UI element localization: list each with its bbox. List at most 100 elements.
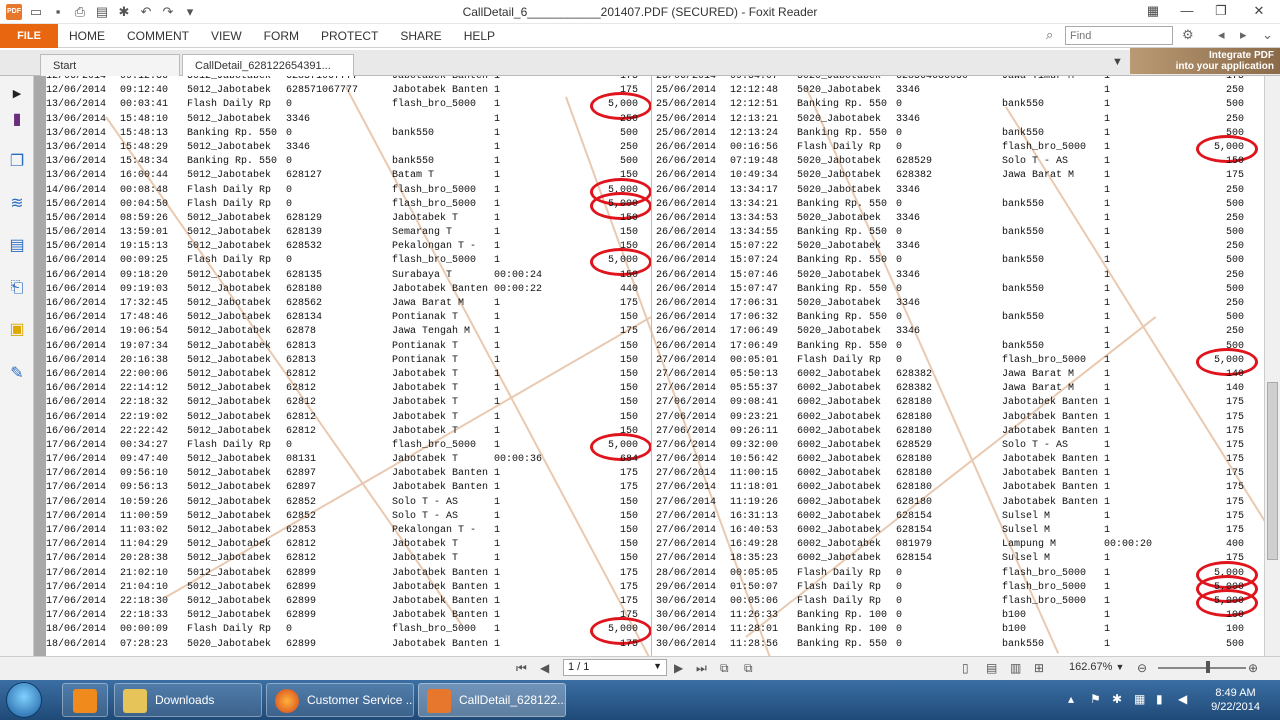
cell-date: 13/06/2014 bbox=[46, 141, 107, 153]
tab-comment[interactable]: COMMENT bbox=[116, 24, 200, 48]
bluetooth-icon[interactable]: ✱ bbox=[1112, 692, 1122, 706]
attachments-icon[interactable]: ⎗ bbox=[7, 278, 27, 298]
cell-number: 62812 bbox=[286, 411, 317, 423]
cell-date: 27/06/2014 bbox=[656, 439, 717, 451]
scan-icon[interactable]: ▤ bbox=[94, 4, 110, 20]
tab-share[interactable]: SHARE bbox=[389, 24, 452, 48]
redo-icon[interactable]: ↷ bbox=[160, 4, 176, 20]
tab-protect[interactable]: PROTECT bbox=[310, 24, 389, 48]
cell-service: 5012_Jabotabek bbox=[187, 269, 272, 281]
cell-number: 62852 bbox=[286, 496, 317, 508]
taskbar-foxit[interactable]: CallDetail_628122... bbox=[418, 683, 566, 717]
cell-date: 16/06/2014 bbox=[46, 354, 107, 366]
layout-icon[interactable]: ▦ bbox=[1136, 0, 1170, 24]
cell-number: 628532 bbox=[286, 241, 323, 253]
cell-service: Banking Rp. 550 bbox=[797, 198, 888, 210]
single-page-icon[interactable]: ▯ bbox=[962, 661, 969, 675]
tab-calldetail[interactable]: CallDetail_628122654391... ✕ bbox=[182, 54, 354, 94]
cell-amount: 250 bbox=[1225, 113, 1244, 125]
previous-page-icon[interactable]: ◀ bbox=[540, 661, 549, 675]
zoom-dropdown-icon[interactable]: ▼ bbox=[1116, 662, 1125, 672]
media-player-pinned[interactable] bbox=[62, 683, 108, 717]
zoom-slider[interactable] bbox=[1158, 667, 1246, 669]
pages-icon[interactable]: ▮ bbox=[7, 110, 27, 130]
continuous-facing-icon[interactable]: ⊞ bbox=[1034, 661, 1044, 675]
first-page-icon[interactable]: ⏮ bbox=[516, 661, 527, 676]
cell-number: 0 bbox=[896, 227, 903, 239]
tab-start[interactable]: Start bbox=[40, 54, 180, 76]
continuous-icon[interactable]: ▤ bbox=[986, 661, 997, 675]
vertical-scrollbar[interactable] bbox=[1264, 76, 1280, 656]
cell-amount: 250 bbox=[1225, 85, 1244, 97]
cell-location: Jabotabek T bbox=[392, 212, 459, 224]
bookmarks-icon[interactable]: ≋ bbox=[7, 194, 27, 214]
print-icon[interactable]: ⎙ bbox=[72, 4, 88, 20]
facing-icon[interactable]: ▥ bbox=[1010, 661, 1021, 675]
cell-amount: 150 bbox=[619, 510, 638, 522]
find-input[interactable] bbox=[1065, 26, 1173, 45]
network-icon[interactable]: ▦ bbox=[1134, 692, 1145, 706]
layers-icon[interactable]: ❐ bbox=[7, 152, 27, 172]
cell-service: 6002_Jabotabek bbox=[797, 368, 882, 380]
cell-time: 09:19:03 bbox=[120, 283, 169, 295]
signal-icon[interactable]: ▮ bbox=[1156, 692, 1163, 706]
system-clock[interactable]: 8:49 AM 9/22/2014 bbox=[1211, 686, 1260, 714]
next-view-icon[interactable]: ⧉ bbox=[744, 661, 753, 676]
expand-panel-icon[interactable]: ▶ bbox=[7, 84, 27, 104]
show-hidden-icons[interactable]: ▴ bbox=[1068, 692, 1074, 706]
cell-qty: 1 bbox=[1104, 326, 1111, 338]
page-number-field[interactable]: 1 / 1 ▼ bbox=[563, 659, 667, 676]
taskbar-downloads[interactable]: Downloads bbox=[114, 683, 262, 717]
close-button[interactable]: ✕ bbox=[1238, 0, 1280, 24]
taskbar-firefox[interactable]: Customer Service ... bbox=[266, 683, 414, 717]
customize-dropdown-icon[interactable]: ▾ bbox=[182, 4, 198, 20]
last-page-icon[interactable]: ⏭ bbox=[696, 661, 707, 676]
save-icon[interactable]: ▪ bbox=[50, 4, 66, 20]
tab-form[interactable]: FORM bbox=[253, 24, 310, 48]
next-result-icon[interactable]: ▸ bbox=[1240, 27, 1247, 43]
security-lock-icon[interactable]: ▣ bbox=[7, 320, 27, 340]
cell-location: Jabotabek T bbox=[392, 383, 459, 395]
previous-result-icon[interactable]: ◂ bbox=[1218, 27, 1225, 43]
previous-view-icon[interactable]: ⧉ bbox=[720, 661, 729, 676]
action-center-flag-icon[interactable]: ⚑ bbox=[1090, 692, 1101, 706]
cell-time: 21:02:10 bbox=[120, 567, 169, 579]
cell-amount: 175 bbox=[1225, 525, 1244, 536]
ribbon-collapse-icon[interactable]: ⌄ bbox=[1262, 27, 1273, 43]
zoom-level[interactable]: 162.67% ▼ bbox=[1069, 661, 1124, 673]
tab-home[interactable]: HOME bbox=[58, 24, 116, 48]
volume-icon[interactable]: ◀ bbox=[1178, 692, 1187, 706]
cell-service: Flash Daily Rp bbox=[797, 141, 882, 153]
document-viewport[interactable]: 12/06/2014 09:12:36 5012_Jabotabek 62857106… bbox=[34, 76, 1264, 656]
tab-view[interactable]: VIEW bbox=[200, 24, 253, 48]
cell-number: 3346 bbox=[896, 326, 921, 338]
zoom-out-icon[interactable]: ⊖ bbox=[1137, 661, 1147, 675]
cell-qty: 1 bbox=[1104, 99, 1111, 111]
next-page-icon[interactable]: ▶ bbox=[674, 661, 683, 675]
cell-time: 13:34:21 bbox=[730, 198, 779, 210]
cell-number: 628180 bbox=[896, 468, 933, 480]
scrollbar-thumb[interactable] bbox=[1267, 382, 1278, 560]
cell-time: 22:00:06 bbox=[120, 368, 169, 380]
file-tab[interactable]: FILE bbox=[0, 23, 58, 48]
minimize-button[interactable]: — bbox=[1170, 0, 1204, 24]
signature-icon[interactable]: ✎ bbox=[7, 364, 27, 384]
cell-number: 3346 bbox=[896, 241, 921, 253]
comments-icon[interactable]: ▤ bbox=[7, 236, 27, 256]
settings-gear-icon[interactable]: ⚙ bbox=[1182, 27, 1194, 43]
record-row: 17/06/2014 20:28:38 5012_Jabotabek 62812 Jab… bbox=[46, 552, 646, 566]
zoom-slider-thumb[interactable] bbox=[1206, 661, 1210, 673]
cell-qty: 1 bbox=[494, 567, 501, 579]
page-dropdown-icon[interactable]: ▼ bbox=[653, 661, 662, 671]
restore-button[interactable]: ❐ bbox=[1204, 0, 1238, 24]
undo-icon[interactable]: ↶ bbox=[138, 4, 154, 20]
open-folder-icon[interactable]: ▭ bbox=[28, 4, 44, 20]
new-document-icon[interactable]: ✱ bbox=[116, 4, 132, 20]
integrate-pdf-banner[interactable]: Integrate PDF into your application bbox=[1130, 48, 1280, 74]
find-icon[interactable]: ⌕ bbox=[1046, 27, 1053, 43]
tab-help[interactable]: HELP bbox=[453, 24, 506, 48]
cell-date: 13/06/2014 bbox=[46, 113, 107, 125]
start-button[interactable] bbox=[6, 682, 42, 718]
tab-list-dropdown-icon[interactable]: ▼ bbox=[1112, 56, 1123, 68]
zoom-in-icon[interactable]: ⊕ bbox=[1248, 661, 1258, 675]
